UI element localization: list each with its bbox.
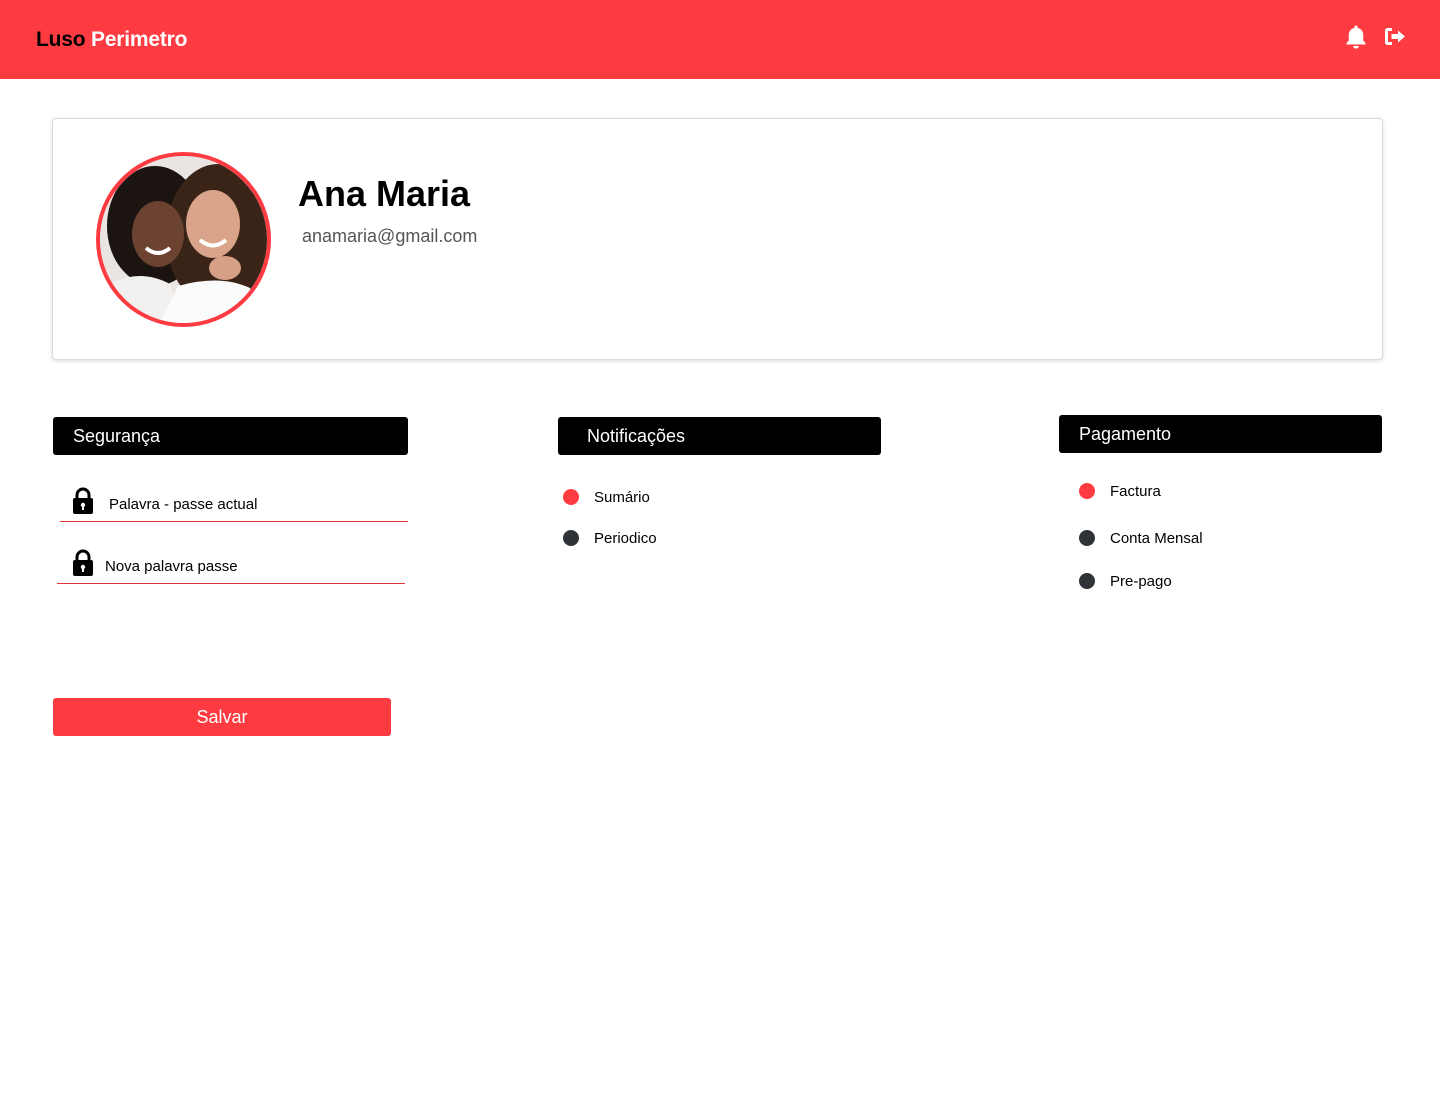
notifications-header: Notificações [558,417,881,455]
radio-selected[interactable] [1079,483,1095,499]
option-label: Factura [1110,482,1161,500]
option-label: Pre-pago [1110,572,1172,590]
notification-option-periodico[interactable]: Periodico [563,527,657,549]
logout-icon[interactable] [1383,24,1407,50]
radio-selected[interactable] [563,489,579,505]
option-label: Conta Mensal [1110,529,1203,547]
profile-email: anamaria@gmail.com [302,226,478,246]
lock-icon [72,549,94,577]
notification-option-sumario[interactable]: Sumário [563,486,650,508]
top-bar: Luso Perimetro [0,0,1440,79]
payment-header: Pagamento [1059,415,1382,453]
brand-name-part1: Luso [36,28,86,51]
brand-name-part2: Perimetro [91,28,188,51]
payment-option-factura[interactable]: Factura [1079,480,1161,502]
brand-logo[interactable]: Luso Perimetro [36,28,187,52]
current-password-label: Palavra - passe actual [109,496,258,513]
new-password-label: Nova palavra passe [105,558,238,575]
current-password-field[interactable]: Palavra - passe actual [60,482,408,522]
lock-icon [72,487,94,515]
payment-option-pre-pago[interactable]: Pre-pago [1079,570,1172,592]
option-label: Sumário [594,488,650,506]
profile-name: Ana Maria [298,173,471,214]
save-button[interactable]: Salvar [53,698,391,736]
bell-icon[interactable] [1344,24,1368,50]
radio-unselected[interactable] [563,530,579,546]
option-label: Periodico [594,529,657,547]
payment-option-conta-mensal[interactable]: Conta Mensal [1079,527,1203,549]
security-header: Segurança [53,417,408,455]
new-password-field[interactable]: Nova palavra passe [57,544,405,584]
avatar[interactable] [96,152,271,327]
radio-unselected[interactable] [1079,530,1095,546]
radio-unselected[interactable] [1079,573,1095,589]
